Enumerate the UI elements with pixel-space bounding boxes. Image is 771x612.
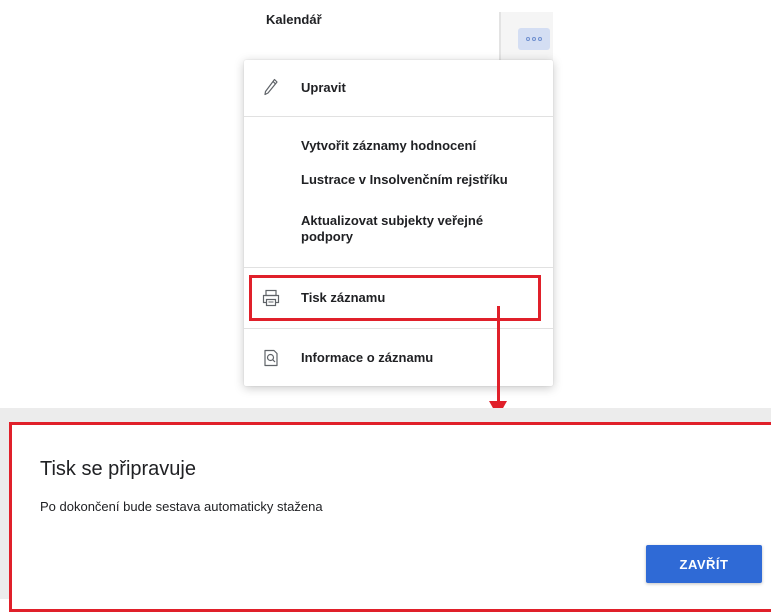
menu-item-label: Lustrace v Insolvenčním rejstříku — [301, 172, 508, 187]
menu-item-label: Informace o záznamu — [301, 350, 434, 365]
menu-item-vytvorit-zaznamy[interactable]: Vytvořit záznamy hodnocení — [244, 132, 553, 160]
dialog-title: Tisk se připravuje — [40, 458, 196, 480]
menu-item-lustrace[interactable]: Lustrace v Insolvenčním rejstříku — [244, 166, 553, 194]
menu-item-upravit[interactable]: Upravit — [244, 60, 553, 116]
menu-item-label: Aktualizovat subjekty veřejné podpory — [301, 213, 484, 244]
app-header — [244, 0, 500, 62]
close-button[interactable]: ZAVŘÍT — [646, 545, 762, 583]
print-dialog — [9, 422, 771, 612]
menu-item-informace[interactable]: Informace o záznamu — [244, 336, 553, 380]
pencil-icon — [261, 77, 281, 97]
menu-divider — [244, 116, 553, 117]
more-dot-icon — [532, 37, 536, 41]
more-dot-icon — [538, 37, 542, 41]
menu-divider — [244, 267, 553, 268]
more-actions-button[interactable] — [518, 28, 550, 50]
arrow-line — [497, 306, 500, 402]
more-dot-icon — [526, 37, 530, 41]
menu-item-aktualizovat[interactable]: Aktualizovat subjekty veřejné podpory — [244, 205, 553, 253]
dialog-message: Po dokončení bude sestava automaticky st… — [40, 499, 323, 514]
section-title: Kalendář — [266, 12, 322, 27]
context-menu: Upravit Vytvořit záznamy hodnocení Lustr… — [244, 60, 553, 386]
menu-item-label: Vytvořit záznamy hodnocení — [301, 138, 477, 153]
menu-item-label: Upravit — [301, 80, 346, 95]
menu-divider — [244, 328, 553, 329]
record-info-icon — [261, 348, 281, 368]
